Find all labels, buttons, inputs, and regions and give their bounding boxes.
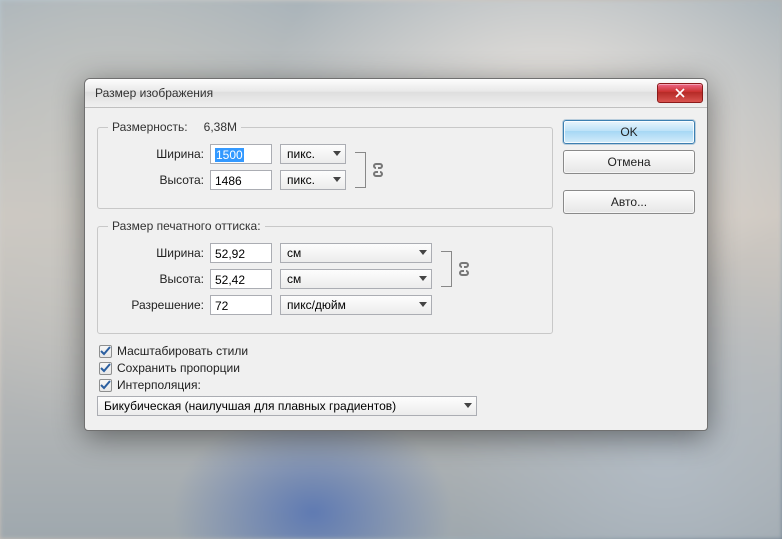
close-icon (675, 88, 685, 98)
pixel-height-label: Высота: (108, 173, 210, 187)
scale-styles-checkbox[interactable] (99, 345, 112, 358)
chevron-down-icon (419, 302, 427, 308)
resample-checkbox[interactable] (99, 379, 112, 392)
auto-button[interactable]: Авто... (563, 190, 695, 214)
resample-label: Интерполяция: (117, 378, 201, 392)
close-button[interactable] (657, 83, 703, 103)
pixel-width-unit-combo[interactable]: пикс. (280, 144, 346, 164)
pixel-dimensions-group: Размерность: 6,38M Ширина: 1500 пикс. (97, 120, 553, 209)
pixel-width-label: Ширина: (108, 147, 210, 161)
chevron-down-icon (333, 177, 341, 183)
cancel-button[interactable]: Отмена (563, 150, 695, 174)
constrain-proportions-label: Сохранить пропорции (117, 361, 240, 375)
image-size-dialog: Размер изображения Размерность: 6,38M Ши… (84, 78, 708, 431)
chevron-down-icon (333, 151, 341, 157)
constrain-link-icon (372, 162, 384, 178)
interpolation-combo[interactable]: Бикубическая (наилучшая для плавных град… (97, 396, 477, 416)
ok-button[interactable]: OK (563, 120, 695, 144)
print-width-unit-combo[interactable]: см (280, 243, 432, 263)
resolution-input[interactable]: 72 (210, 295, 272, 315)
pixel-width-input[interactable]: 1500 (210, 144, 272, 164)
check-icon (100, 346, 111, 357)
link-bracket-icon (355, 152, 366, 188)
print-height-label: Высота: (108, 272, 210, 286)
dialog-title: Размер изображения (95, 86, 657, 100)
resolution-label: Разрешение: (108, 298, 210, 312)
scale-styles-label: Масштабировать стили (117, 344, 248, 358)
pixel-height-unit-combo[interactable]: пикс. (280, 170, 346, 190)
print-width-input[interactable]: 52,92 (210, 243, 272, 263)
print-height-unit-combo[interactable]: см (280, 269, 432, 289)
print-size-legend: Размер печатного оттиска: (108, 219, 265, 233)
chevron-down-icon (419, 250, 427, 256)
print-width-label: Ширина: (108, 246, 210, 260)
check-icon (100, 363, 111, 374)
pixel-height-input[interactable]: 1486 (210, 170, 272, 190)
check-icon (100, 380, 111, 391)
link-bracket-icon (441, 251, 452, 287)
resolution-unit-combo[interactable]: пикс/дюйм (280, 295, 432, 315)
print-size-group: Размер печатного оттиска: Ширина: 52,92 … (97, 219, 553, 334)
titlebar[interactable]: Размер изображения (85, 79, 707, 108)
chevron-down-icon (464, 403, 472, 409)
constrain-proportions-checkbox[interactable] (99, 362, 112, 375)
print-height-input[interactable]: 52,42 (210, 269, 272, 289)
constrain-link-icon (458, 261, 470, 277)
dimensions-label: Размерность: (112, 120, 188, 134)
chevron-down-icon (419, 276, 427, 282)
dimensions-value: 6,38M (204, 120, 237, 134)
